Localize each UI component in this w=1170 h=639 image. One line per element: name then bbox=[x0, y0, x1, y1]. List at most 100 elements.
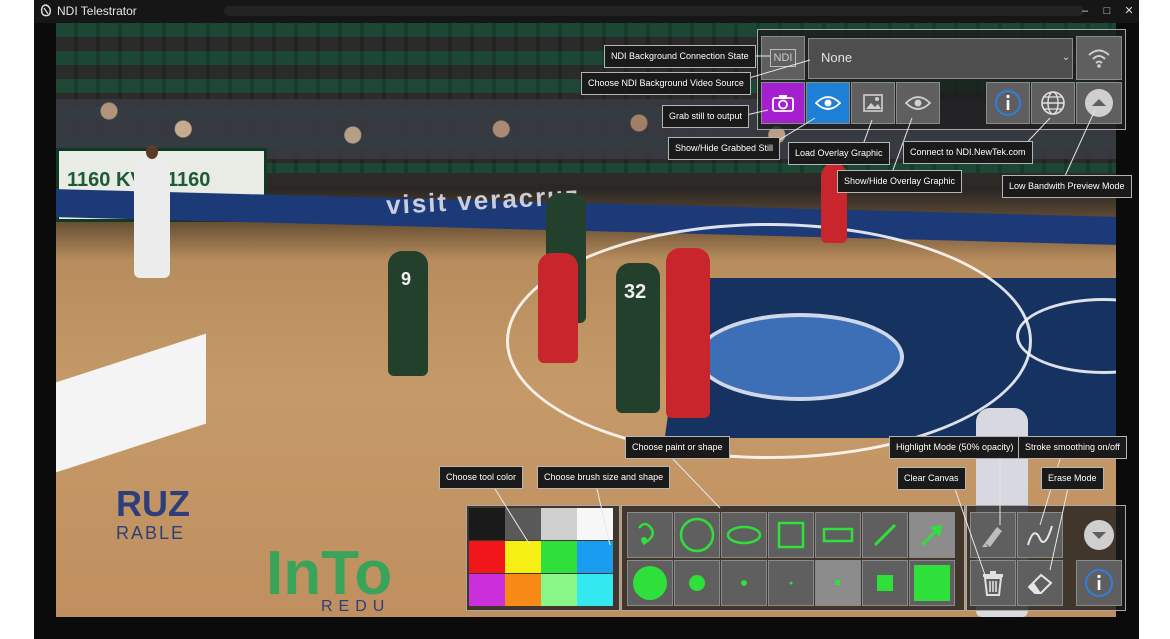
tooltip-grab-still: Grab still to output bbox=[662, 105, 750, 128]
clear-canvas-button[interactable] bbox=[970, 560, 1016, 606]
circle-tool[interactable] bbox=[674, 512, 720, 558]
show-hide-overlay-button[interactable] bbox=[896, 82, 940, 124]
info-icon bbox=[995, 90, 1021, 116]
trash-icon bbox=[983, 571, 1003, 596]
brush-size-xl[interactable] bbox=[627, 560, 673, 606]
ndi-source-select[interactable]: None bbox=[808, 38, 1073, 79]
stroke-smoothing-button[interactable] bbox=[1017, 512, 1063, 558]
brush-square-s-icon bbox=[835, 580, 840, 585]
low-bandwidth-button[interactable] bbox=[1076, 36, 1122, 80]
load-overlay-button[interactable] bbox=[851, 82, 895, 124]
brush-size-m-icon bbox=[741, 580, 747, 586]
ellipse-outline-icon bbox=[726, 525, 762, 545]
eye-icon bbox=[815, 96, 841, 110]
court-text-left: RUZ bbox=[116, 483, 190, 524]
color-swatch[interactable] bbox=[541, 508, 577, 540]
collapse-panel-button[interactable] bbox=[1076, 82, 1122, 124]
minimize-button[interactable]: – bbox=[1074, 2, 1096, 20]
color-swatch[interactable] bbox=[505, 541, 541, 573]
court-text-left-sub: RABLE bbox=[116, 523, 186, 543]
ndi-source-value: None bbox=[821, 50, 853, 65]
highlighter-icon bbox=[982, 527, 1002, 547]
referee bbox=[134, 158, 170, 278]
tooltip-brush-size: Choose brush size and shape bbox=[537, 466, 671, 489]
maximize-button[interactable]: □ bbox=[1096, 2, 1118, 20]
connect-newtek-button[interactable] bbox=[1031, 82, 1075, 124]
chevron-down-icon[interactable]: ⌄ bbox=[1060, 38, 1072, 77]
jersey-number: 9 bbox=[401, 269, 412, 289]
tooltip-show-hide-grabbed: Show/Hide Grabbed Still bbox=[668, 137, 781, 160]
grab-still-button[interactable] bbox=[761, 82, 805, 124]
color-swatch[interactable] bbox=[577, 508, 613, 540]
freehand-icon bbox=[638, 522, 654, 546]
tooltip-highlight-mode: Highlight Mode (50% opacity) bbox=[889, 436, 1021, 459]
brush-size-s-icon bbox=[789, 581, 793, 585]
referee-head bbox=[146, 145, 158, 159]
color-swatch[interactable] bbox=[469, 508, 505, 540]
ndi-badge: NDI bbox=[769, 49, 797, 67]
color-swatch[interactable] bbox=[469, 574, 505, 606]
window-title: NDI Telestrator bbox=[57, 4, 137, 18]
brush-size-s[interactable] bbox=[768, 560, 814, 606]
camera-icon bbox=[772, 95, 794, 112]
color-swatch[interactable] bbox=[469, 541, 505, 573]
player-9: 9 bbox=[388, 251, 428, 376]
color-swatch[interactable] bbox=[577, 541, 613, 573]
brush-square-s[interactable] bbox=[815, 560, 861, 606]
ndi-connection-state: NDI bbox=[761, 36, 805, 80]
ellipse-tool[interactable] bbox=[721, 512, 767, 558]
color-swatch[interactable] bbox=[505, 508, 541, 540]
globe-icon bbox=[1041, 91, 1065, 115]
player-32: 32 bbox=[616, 263, 660, 413]
eye-icon bbox=[905, 96, 931, 110]
app-logo-icon bbox=[40, 4, 51, 17]
square-tool[interactable] bbox=[768, 512, 814, 558]
chevron-up-icon bbox=[1085, 89, 1113, 117]
line-tool[interactable] bbox=[862, 512, 908, 558]
left-court-logo bbox=[56, 333, 206, 473]
info-button-bottom[interactable] bbox=[1076, 560, 1122, 606]
chevron-down-icon bbox=[1084, 520, 1114, 550]
color-swatch[interactable] bbox=[541, 574, 577, 606]
color-swatch[interactable] bbox=[541, 541, 577, 573]
brush-size-m[interactable] bbox=[721, 560, 767, 606]
jersey-number: 32 bbox=[624, 281, 647, 303]
brush-square-l[interactable] bbox=[909, 560, 955, 606]
wifi-icon bbox=[1088, 49, 1110, 68]
square-outline-icon bbox=[777, 521, 805, 549]
rectangle-tool[interactable] bbox=[815, 512, 861, 558]
tooltip-stroke-smoothing: Stroke smoothing on/off bbox=[1018, 436, 1127, 459]
player-red bbox=[538, 253, 578, 363]
tooltip-erase-mode: Erase Mode bbox=[1041, 467, 1104, 490]
court-text-bottom-sub: REDU bbox=[321, 598, 391, 615]
color-swatch[interactable] bbox=[505, 574, 541, 606]
arrow-icon bbox=[920, 525, 942, 547]
freehand-tool[interactable] bbox=[627, 512, 673, 558]
tooltip-low-bandwidth: Low Bandwith Preview Mode bbox=[1002, 175, 1132, 198]
tooltip-video-source: Choose NDI Background Video Source bbox=[581, 72, 751, 95]
rectangle-outline-icon bbox=[822, 527, 854, 543]
collapse-tools-button[interactable] bbox=[1076, 512, 1122, 558]
arrow-tool[interactable] bbox=[909, 512, 955, 558]
brush-square-l-icon bbox=[914, 565, 950, 601]
image-icon bbox=[863, 94, 883, 112]
show-hide-grabbed-button[interactable] bbox=[806, 82, 850, 124]
erase-mode-button[interactable] bbox=[1017, 560, 1063, 606]
info-button-top[interactable] bbox=[986, 82, 1030, 124]
tooltip-paint-shape: Choose paint or shape bbox=[625, 436, 730, 459]
title-bar: NDI Telestrator – □ ✕ bbox=[34, 0, 1139, 23]
color-swatch[interactable] bbox=[577, 574, 613, 606]
tooltip-connection-state: NDI Background Connection State bbox=[604, 45, 756, 68]
brush-square-m-icon bbox=[877, 575, 893, 591]
circle-outline-icon bbox=[679, 517, 715, 553]
tooltip-connect-newtek: Connect to NDI.NewTek.com bbox=[903, 141, 1033, 164]
highlight-mode-button[interactable] bbox=[970, 512, 1016, 558]
eraser-icon bbox=[1027, 573, 1053, 594]
brush-size-l[interactable] bbox=[674, 560, 720, 606]
line-icon bbox=[873, 523, 897, 547]
close-button[interactable]: ✕ bbox=[1118, 2, 1140, 20]
smoothing-icon bbox=[1027, 525, 1053, 546]
title-bar-drag-region[interactable] bbox=[224, 6, 1084, 16]
brush-square-m[interactable] bbox=[862, 560, 908, 606]
player-red-2 bbox=[666, 248, 710, 418]
